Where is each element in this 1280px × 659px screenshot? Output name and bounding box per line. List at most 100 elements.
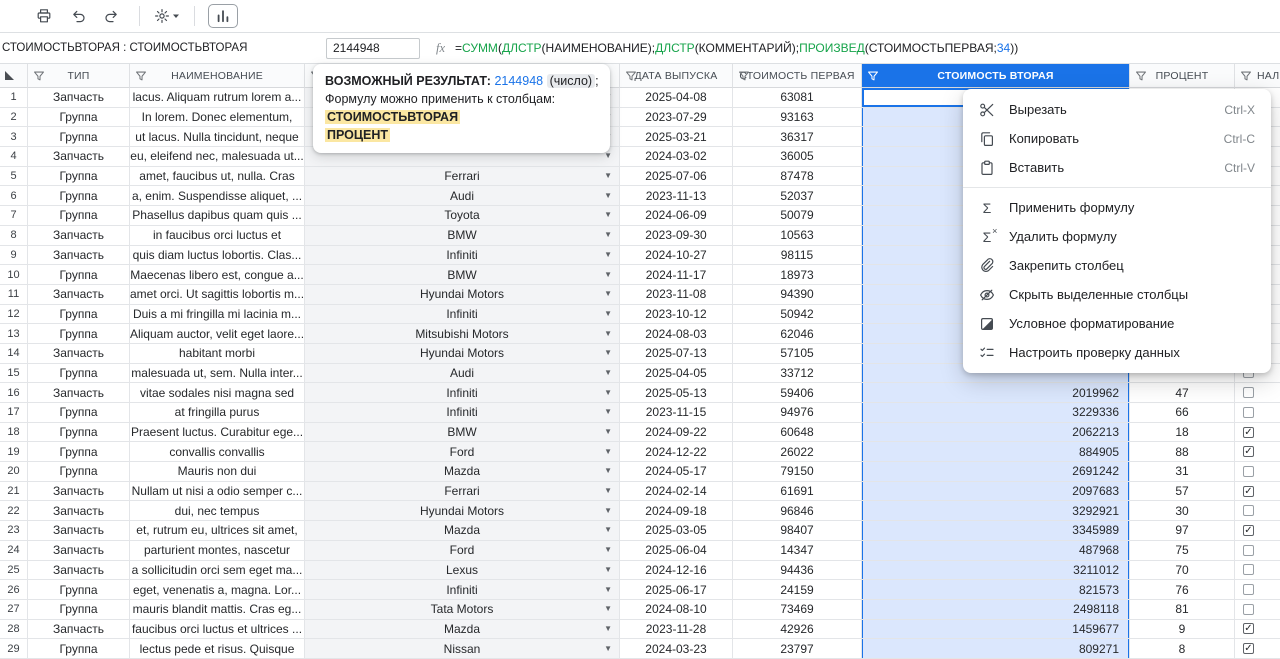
cell-name[interactable]: convallis convallis xyxy=(130,442,305,463)
menu-item-paste[interactable]: Вставить Ctrl-V xyxy=(963,153,1271,182)
cell-cost-second[interactable]: 2498118 xyxy=(862,599,1130,620)
cell-type[interactable]: Запчасть xyxy=(28,245,130,266)
cell-brand-dropdown[interactable]: Mitsubishi Motors ▼ xyxy=(305,324,620,344)
cell-name[interactable]: mauris blandit mattis. Cras eg... xyxy=(130,599,305,620)
cell-date[interactable]: 2023-11-28 xyxy=(620,619,733,640)
cell-type[interactable]: Группа xyxy=(28,304,130,325)
cell-percent[interactable]: 47 xyxy=(1130,383,1235,403)
availability-checkbox[interactable]: ✓ xyxy=(1243,426,1254,438)
cell-type[interactable]: Группа xyxy=(28,580,130,600)
row-number[interactable]: 21 xyxy=(0,481,28,502)
cell-date[interactable]: 2024-11-17 xyxy=(620,265,733,285)
cell-brand-dropdown[interactable]: Hyundai Motors ▼ xyxy=(305,343,620,364)
cell-name[interactable]: dui, nec tempus xyxy=(130,501,305,522)
row-number[interactable]: 5 xyxy=(0,166,28,187)
cell-cost-first[interactable]: 59406 xyxy=(733,383,862,403)
cell-name[interactable]: malesuada ut, sem. Nulla inter... xyxy=(130,363,305,384)
cell-date[interactable]: 2024-02-14 xyxy=(620,481,733,502)
cell-name[interactable]: habitant morbi xyxy=(130,343,305,364)
cell-name[interactable]: Praesent luctus. Curabitur ege... xyxy=(130,422,305,443)
cell-name[interactable]: et, rutrum eu, ultrices sit amet, xyxy=(130,521,305,541)
filter-icon[interactable] xyxy=(33,70,45,82)
filter-icon[interactable] xyxy=(135,70,147,82)
availability-checkbox[interactable]: ✓ xyxy=(1243,623,1254,635)
cell-brand-dropdown[interactable]: Ford ▼ xyxy=(305,442,620,463)
cell-brand-dropdown[interactable]: Toyota ▼ xyxy=(305,206,620,226)
filter-icon[interactable] xyxy=(1240,70,1252,82)
menu-item-cut[interactable]: Вырезать Ctrl-X xyxy=(963,95,1271,124)
column-header-percent[interactable]: ПРОЦЕНТ xyxy=(1130,64,1235,88)
cell-brand-dropdown[interactable]: Mazda ▼ xyxy=(305,521,620,541)
cell-name[interactable]: lectus pede et risus. Quisque xyxy=(130,639,305,659)
availability-checkbox[interactable] xyxy=(1243,387,1254,399)
cell-name[interactable]: eget, venenatis a, magna. Lor... xyxy=(130,580,305,600)
availability-checkbox[interactable]: ✓ xyxy=(1243,485,1254,497)
cell-cost-second[interactable]: 2019962 xyxy=(862,383,1130,403)
cell-date[interactable]: 2024-06-09 xyxy=(620,206,733,226)
cell-name[interactable]: Nullam ut nisi a odio semper c... xyxy=(130,481,305,502)
cell-cost-first[interactable]: 94436 xyxy=(733,560,862,581)
cell-type[interactable]: Группа xyxy=(28,107,130,128)
menu-item-hide-columns[interactable]: Скрыть выделенные столбцы xyxy=(963,280,1271,309)
cell-cost-first[interactable]: 52037 xyxy=(733,186,862,207)
cell-date[interactable]: 2025-06-04 xyxy=(620,540,733,561)
cell-type[interactable]: Запчасть xyxy=(28,619,130,640)
cell-cost-first[interactable]: 26022 xyxy=(733,442,862,463)
cell-date[interactable]: 2025-04-08 xyxy=(620,88,733,108)
cell-date[interactable]: 2023-11-15 xyxy=(620,403,733,423)
cell-availability[interactable]: ✓ xyxy=(1235,482,1280,502)
cell-name[interactable]: Mauris non dui xyxy=(130,462,305,482)
cell-availability[interactable] xyxy=(1235,561,1280,581)
availability-checkbox[interactable] xyxy=(1243,505,1254,517)
row-number[interactable]: 28 xyxy=(0,619,28,640)
availability-checkbox[interactable]: ✓ xyxy=(1243,643,1254,655)
cell-name[interactable]: eu, eleifend nec, malesuada ut... xyxy=(130,147,305,167)
cell-cost-first[interactable]: 93163 xyxy=(733,107,862,128)
row-number[interactable]: 4 xyxy=(0,147,28,167)
cell-percent[interactable]: 70 xyxy=(1130,560,1235,581)
cell-cost-first[interactable]: 33712 xyxy=(733,363,862,384)
cell-percent[interactable]: 31 xyxy=(1130,462,1235,482)
cell-date[interactable]: 2025-03-05 xyxy=(620,521,733,541)
cell-availability[interactable] xyxy=(1235,501,1280,522)
cell-name[interactable]: Phasellus dapibus quam quis ... xyxy=(130,206,305,226)
cell-date[interactable]: 2023-11-13 xyxy=(620,186,733,207)
cell-cost-first[interactable]: 23797 xyxy=(733,639,862,659)
cell-cost-first[interactable]: 14347 xyxy=(733,540,862,561)
row-number[interactable]: 13 xyxy=(0,324,28,344)
cell-cost-first[interactable]: 36005 xyxy=(733,147,862,167)
column-header-cost2[interactable]: СТОИМОСТЬ ВТОРАЯ xyxy=(862,64,1130,88)
row-number[interactable]: 24 xyxy=(0,540,28,561)
cell-availability[interactable]: ✓ xyxy=(1235,521,1280,541)
cell-type[interactable]: Группа xyxy=(28,639,130,659)
row-number[interactable]: 16 xyxy=(0,383,28,403)
row-number[interactable]: 26 xyxy=(0,580,28,600)
cell-cost-first[interactable]: 94390 xyxy=(733,284,862,305)
row-number[interactable]: 14 xyxy=(0,343,28,364)
cell-type[interactable]: Группа xyxy=(28,422,130,443)
column-header-checkbox[interactable]: НАЛ xyxy=(1235,64,1280,88)
cell-type[interactable]: Группа xyxy=(28,206,130,226)
menu-item-copy[interactable]: Копировать Ctrl-C xyxy=(963,124,1271,153)
filter-icon[interactable] xyxy=(625,70,637,82)
cell-percent[interactable]: 9 xyxy=(1130,619,1235,640)
filter-icon[interactable] xyxy=(738,70,750,82)
cell-type[interactable]: Группа xyxy=(28,166,130,187)
cell-date[interactable]: 2023-10-12 xyxy=(620,304,733,325)
cell-date[interactable]: 2023-09-30 xyxy=(620,225,733,246)
availability-checkbox[interactable] xyxy=(1243,406,1254,418)
cell-date[interactable]: 2023-07-29 xyxy=(620,107,733,128)
formula-input[interactable]: =СУММ(ДЛСТР(НАИМЕНОВАНИЕ);ДЛСТР(КОММЕНТА… xyxy=(455,41,1018,55)
cell-percent[interactable]: 75 xyxy=(1130,540,1235,561)
cell-name[interactable]: amet, faucibus ut, nulla. Cras xyxy=(130,166,305,187)
cell-brand-dropdown[interactable]: BMW ▼ xyxy=(305,225,620,246)
cell-cost-second[interactable]: 3345989 xyxy=(862,521,1130,541)
cell-brand-dropdown[interactable]: Hyundai Motors ▼ xyxy=(305,501,620,522)
availability-checkbox[interactable] xyxy=(1243,603,1254,615)
cell-type[interactable]: Группа xyxy=(28,265,130,285)
cell-name[interactable]: faucibus orci luctus et ultrices ... xyxy=(130,619,305,640)
cell-name[interactable]: a sollicitudin orci sem eget ma... xyxy=(130,560,305,581)
filter-icon[interactable] xyxy=(867,70,879,82)
cell-name[interactable]: Maecenas libero est, congue a... xyxy=(130,265,305,285)
cell-type[interactable]: Запчасть xyxy=(28,147,130,167)
